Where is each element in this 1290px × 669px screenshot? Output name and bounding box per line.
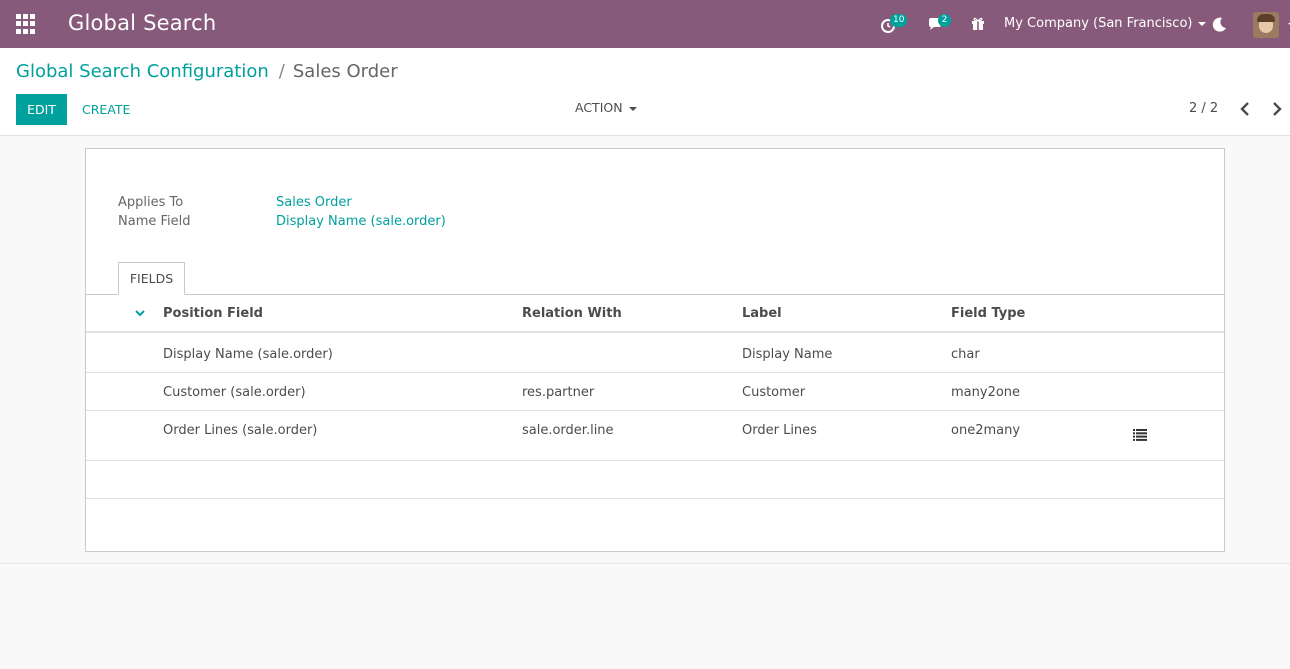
app-title[interactable]: Global Search bbox=[68, 11, 216, 35]
breadcrumb-current: Sales Order bbox=[292, 61, 398, 82]
caret-down-icon bbox=[1198, 21, 1207, 26]
cell-position-field: Customer (sale.order) bbox=[163, 385, 306, 400]
pager-value[interactable]: 2 / 2 bbox=[1189, 101, 1218, 116]
breadcrumb: Global Search Configuration / Sales Order bbox=[16, 61, 398, 82]
caret-down-icon bbox=[628, 106, 637, 111]
top-navbar: Global Search 10 2 My Company (San Franc… bbox=[0, 0, 1290, 48]
cell-label: Order Lines bbox=[742, 423, 817, 438]
name-field-label: Name Field bbox=[118, 214, 191, 229]
cell-field-type: one2many bbox=[951, 423, 1021, 438]
control-panel: Global Search Configuration / Sales Order … bbox=[0, 48, 1290, 136]
column-header-field-type[interactable]: Field Type bbox=[951, 306, 1025, 321]
table-header: Position Field Relation With Label Field… bbox=[86, 295, 1224, 333]
chevron-down-icon[interactable] bbox=[134, 309, 146, 319]
breadcrumb-separator: / bbox=[278, 61, 285, 82]
messages-count-badge: 2 bbox=[938, 14, 951, 27]
cell-relation-with: sale.order.line bbox=[522, 423, 614, 438]
pager-next-icon[interactable] bbox=[1270, 101, 1284, 117]
content-bottom-divider bbox=[0, 563, 1290, 564]
table-row[interactable]: Order Lines (sale.order) sale.order.line… bbox=[86, 411, 1224, 461]
edit-button[interactable]: EDIT bbox=[16, 94, 67, 125]
cell-position-field: Order Lines (sale.order) bbox=[163, 423, 318, 438]
column-header-position-field[interactable]: Position Field bbox=[163, 306, 263, 321]
applies-to-label: Applies To bbox=[118, 195, 184, 210]
cell-label: Display Name bbox=[742, 347, 833, 362]
cell-field-type: char bbox=[951, 347, 980, 362]
activity-count-badge: 10 bbox=[890, 14, 908, 27]
column-header-label[interactable]: Label bbox=[742, 306, 782, 321]
dark-mode-moon-icon[interactable] bbox=[1211, 16, 1228, 33]
create-button[interactable]: CREATE bbox=[74, 94, 138, 125]
table-row[interactable]: Customer (sale.order) res.partner Custom… bbox=[86, 373, 1224, 411]
apps-menu-icon[interactable] bbox=[16, 14, 36, 34]
applies-to-value[interactable]: Sales Order bbox=[276, 195, 352, 210]
user-avatar[interactable] bbox=[1253, 12, 1279, 38]
breadcrumb-parent-link[interactable]: Global Search Configuration bbox=[16, 61, 269, 82]
list-view-icon[interactable] bbox=[1133, 429, 1147, 441]
action-dropdown-label: ACTION bbox=[575, 100, 623, 115]
column-header-relation-with[interactable]: Relation With bbox=[522, 306, 622, 321]
company-name: My Company (San Francisco) bbox=[1004, 16, 1193, 31]
form-sheet: Applies To Sales Order Name Field Displa… bbox=[85, 148, 1225, 552]
cell-position-field: Display Name (sale.order) bbox=[163, 347, 333, 362]
table-row-empty bbox=[86, 461, 1224, 499]
action-dropdown[interactable]: ACTION bbox=[575, 100, 637, 115]
company-switcher[interactable]: My Company (San Francisco) bbox=[1004, 16, 1207, 31]
cell-label: Customer bbox=[742, 385, 806, 400]
gift-icon[interactable] bbox=[970, 16, 986, 32]
tab-fields[interactable]: FIELDS bbox=[118, 262, 185, 295]
cell-relation-with: res.partner bbox=[522, 385, 595, 400]
pager-previous-icon[interactable] bbox=[1238, 101, 1252, 117]
name-field-value[interactable]: Display Name (sale.order) bbox=[276, 214, 446, 229]
table-row[interactable]: Display Name (sale.order) Display Name c… bbox=[86, 335, 1224, 373]
cell-field-type: many2one bbox=[951, 385, 1021, 400]
